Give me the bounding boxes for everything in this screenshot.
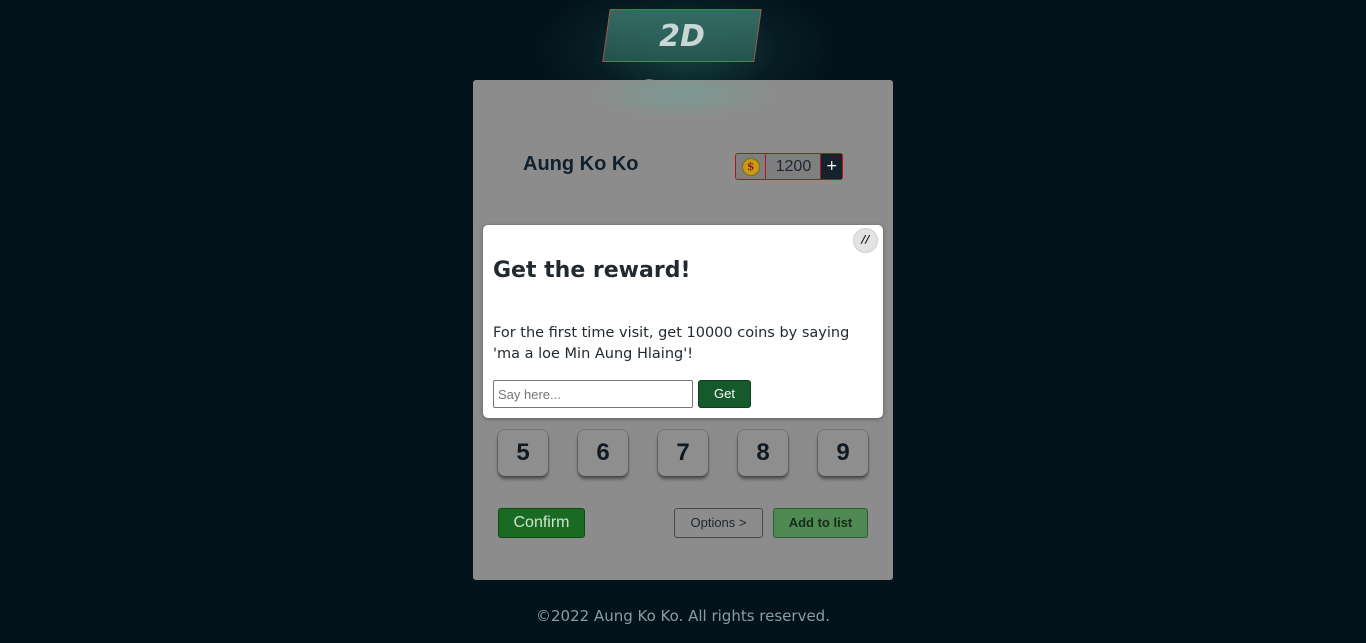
options-button[interactable]: Options > bbox=[674, 508, 763, 538]
card-glow bbox=[583, 80, 783, 120]
coin-cell: $ bbox=[736, 154, 767, 179]
page: 2D Game Aung Ko Ko $ 1200 + 5 6 7 8 9 Co… bbox=[0, 0, 1366, 643]
add-to-list-button[interactable]: Add to list bbox=[773, 508, 868, 538]
confirm-button[interactable]: Confirm bbox=[498, 508, 585, 538]
player-name: Aung Ko Ko bbox=[523, 153, 639, 175]
footer-copyright: ©2022 Aung Ko Ko. All rights reserved. bbox=[536, 607, 830, 625]
modal-message: For the first time visit, get 10000 coin… bbox=[493, 325, 850, 362]
coin-amount: 1200 bbox=[775, 158, 812, 175]
coin-icon: $ bbox=[741, 157, 760, 176]
add-coin-button[interactable]: + bbox=[820, 154, 843, 179]
logo-text: 2D Game bbox=[634, 19, 730, 110]
number-key-8[interactable]: 8 bbox=[738, 430, 788, 476]
modal-title: Get the reward! bbox=[493, 258, 691, 283]
coin-balance: $ 1200 + bbox=[735, 153, 843, 180]
say-input[interactable] bbox=[493, 380, 693, 408]
reward-modal: // Get the reward! For the first time vi… bbox=[483, 225, 883, 418]
number-key-9[interactable]: 9 bbox=[818, 430, 868, 476]
modal-close-button[interactable]: // bbox=[853, 228, 878, 253]
number-key-7[interactable]: 7 bbox=[658, 430, 708, 476]
get-reward-button[interactable]: Get bbox=[698, 380, 751, 408]
number-key-5[interactable]: 5 bbox=[498, 430, 548, 476]
number-key-6[interactable]: 6 bbox=[578, 430, 628, 476]
